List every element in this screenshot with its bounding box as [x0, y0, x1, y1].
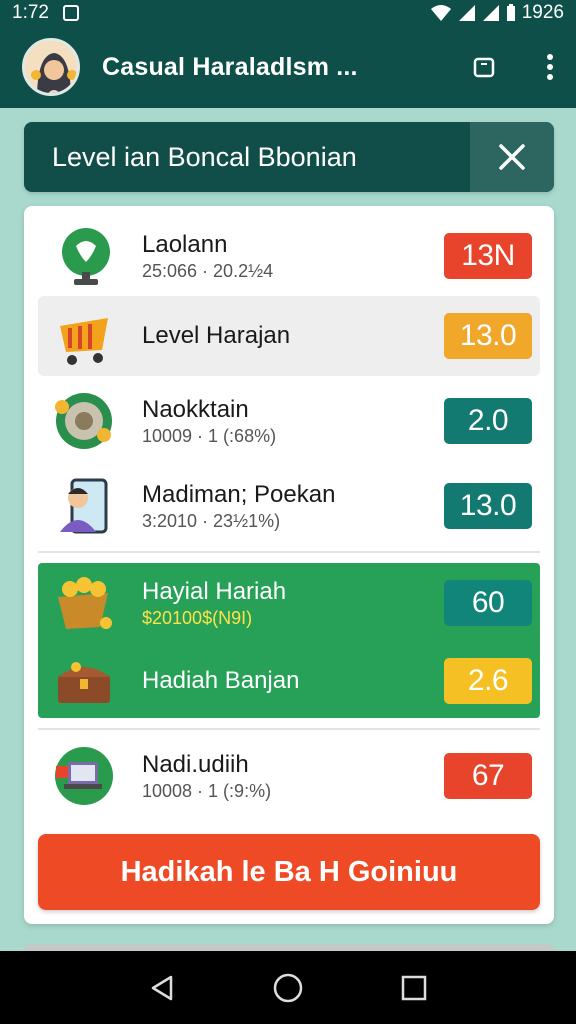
- claim-reward-button[interactable]: Hadikah le Ba H Goiniuu: [38, 834, 540, 910]
- list-item-subtitle: 10009 · 1 (:68%): [142, 425, 277, 446]
- coin-wheel-icon: [55, 393, 112, 449]
- list-item-label: Nadi.udiih: [142, 750, 249, 778]
- list-item[interactable]: Naokktain 10009 · 1 (:68%) 2.0: [38, 381, 540, 461]
- divider: [38, 551, 540, 553]
- banner-title: Level ian Boncal Bbonian: [52, 141, 357, 172]
- battery-icon: [506, 4, 515, 21]
- list-item-texts: Laolann 25:066 · 20.2½4: [142, 231, 273, 282]
- value-badge: 13.0: [444, 483, 532, 529]
- wifi-icon: [430, 5, 451, 21]
- featured-item-subtitle: $20100$(N9I): [142, 607, 253, 628]
- rewards-card: Laolann 25:066 · 20.2½4 13N Level Haraja…: [24, 206, 554, 924]
- close-icon: [499, 144, 525, 170]
- list-item-texts: Nadi.udiih 10008 · 1 (:9:%): [142, 751, 271, 802]
- list-item-subtitle: 25:066 · 20.2½4: [142, 260, 274, 281]
- list-item[interactable]: Laolann 25:066 · 20.2½4 13N: [38, 216, 540, 296]
- list-item[interactable]: Madiman; Poekan 3:2010 · 23½1%) 13.0: [38, 466, 540, 546]
- list-item-highlighted[interactable]: Level Harajan 13.0: [38, 296, 540, 376]
- status-bar: 1:72 1926: [0, 0, 576, 26]
- system-nav-bar: [0, 951, 576, 1024]
- list-item-label: Laolann: [142, 230, 228, 258]
- app-title: Casual Haraladlsm ...: [102, 52, 358, 81]
- value-badge: 60: [444, 580, 532, 626]
- person-device-icon: [60, 478, 108, 534]
- back-icon[interactable]: [149, 974, 175, 1002]
- recents-icon[interactable]: [401, 975, 427, 1001]
- value-badge: 2.0: [444, 398, 532, 444]
- value-badge: 13N: [444, 233, 532, 279]
- list-item-texts: Madiman; Poekan 3:2010 · 23½1%): [142, 481, 335, 532]
- list-item-label: Level Harajan: [142, 322, 291, 349]
- laptop-gift-icon: [55, 747, 113, 805]
- list-item[interactable]: Nadi.udiih 10008 · 1 (:9:%) 67: [38, 736, 540, 816]
- treasure-chest-icon: [58, 661, 110, 703]
- status-right: 1926: [430, 2, 564, 24]
- signal-icon: [458, 5, 475, 21]
- avatar[interactable]: [22, 38, 80, 96]
- featured-item-texts: Hadiah Banjan: [142, 667, 299, 695]
- featured-item-texts: Hayial Hariah $20100$(N9I): [142, 578, 286, 629]
- level-banner: Level ian Boncal Bbonian: [24, 122, 554, 192]
- list-item-texts: Level Harajan: [142, 322, 290, 350]
- heart-trophy-icon: [62, 228, 110, 285]
- more-vertical-icon[interactable]: [546, 54, 554, 80]
- list-item-label: Madiman; Poekan: [142, 480, 336, 508]
- notification-icon: [62, 5, 79, 21]
- value-badge: 67: [444, 753, 532, 799]
- status-time: 1:72: [12, 2, 49, 23]
- featured-item-label: Hayial Hariah: [142, 577, 287, 605]
- bag-icon[interactable]: [472, 55, 496, 79]
- list-item-subtitle: 3:2010 · 23½1%): [142, 510, 281, 531]
- list-item-label: Naokktain: [142, 395, 249, 423]
- value-badge: 13.0: [444, 313, 532, 359]
- app-bar: Casual Haraladlsm ...: [0, 26, 576, 108]
- coin-basket-icon: [58, 577, 112, 629]
- featured-item[interactable]: Hayial Hariah $20100$(N9I) 60: [38, 563, 540, 643]
- featured-rewards: Hayial Hariah $20100$(N9I) 60 Hadiah Ban…: [38, 563, 540, 718]
- featured-item[interactable]: Hadiah Banjan 2.6: [38, 643, 540, 718]
- home-icon[interactable]: [272, 972, 304, 1004]
- status-number: 1926: [521, 2, 564, 23]
- signal-icon-2: [482, 5, 499, 21]
- banner-close-button[interactable]: [470, 122, 554, 192]
- divider: [38, 728, 540, 730]
- shopping-cart-icon: [60, 318, 108, 365]
- value-badge: 2.6: [444, 657, 532, 704]
- featured-item-label: Hadiah Banjan: [142, 666, 300, 694]
- app-actions: [472, 54, 554, 80]
- list-item-texts: Naokktain 10009 · 1 (:68%): [142, 396, 276, 447]
- list-item-subtitle: 10008 · 1 (:9:%): [142, 780, 272, 801]
- avatar-person-icon: [25, 41, 77, 93]
